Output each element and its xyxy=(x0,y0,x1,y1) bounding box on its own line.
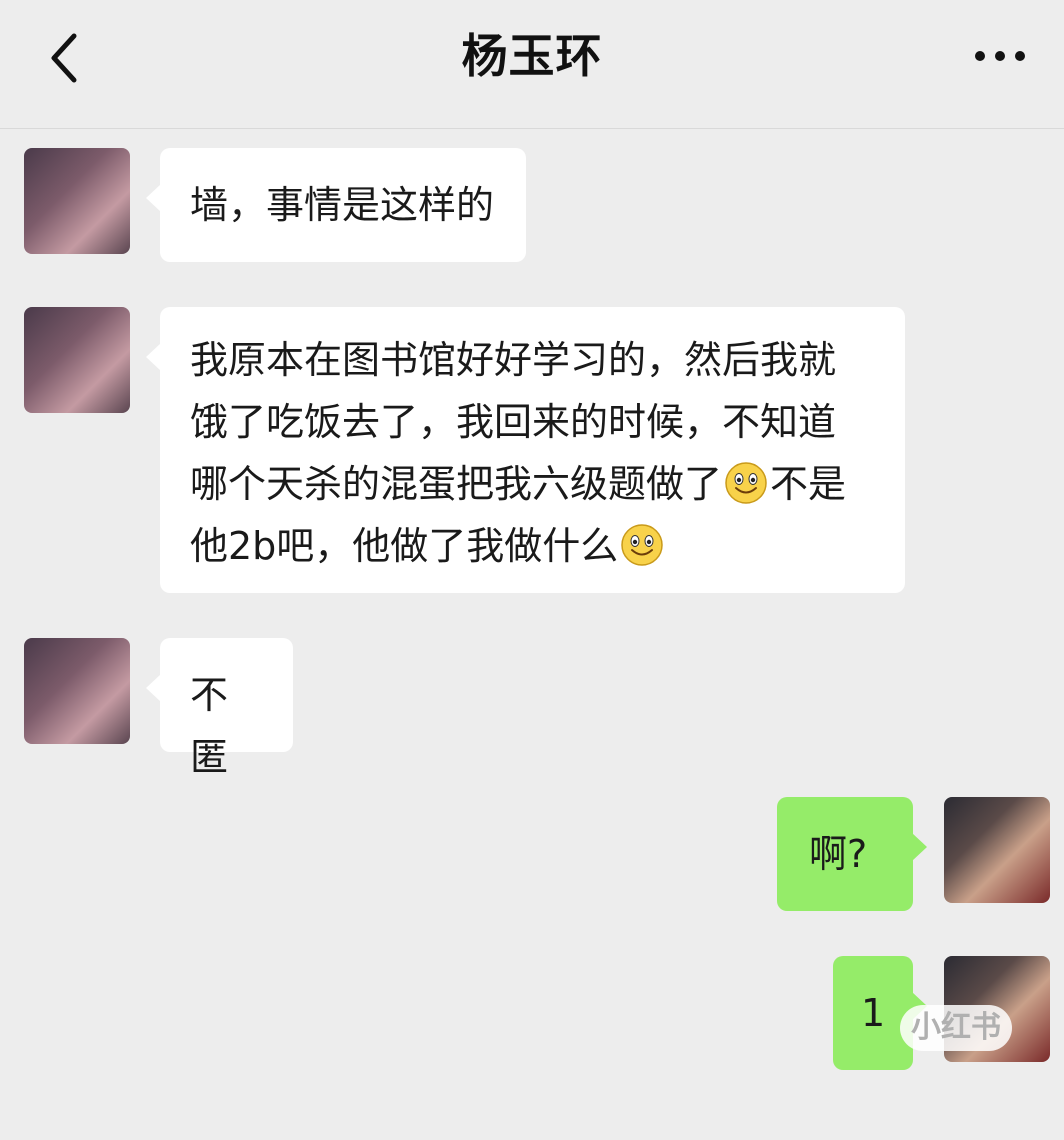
smile-emoji-icon xyxy=(621,524,664,566)
chat-header: 杨玉环 xyxy=(0,0,1064,129)
message-line-part: 他2b吧，他做了我做什么 xyxy=(190,524,619,568)
bubble-tail xyxy=(912,833,927,861)
more-dots-icon xyxy=(975,51,1025,61)
message-bubble[interactable]: 我原本在图书馆好好学习的，然后我就 饿了吃饭去了，我回来的时候，不知道 哪个天杀… xyxy=(146,307,905,593)
message-text: 墙，事情是这样的 xyxy=(190,183,495,227)
chat-title: 杨玉环 xyxy=(461,29,603,83)
message-bubble[interactable]: 1 xyxy=(833,956,927,1070)
message-bubble[interactable]: 不匿 xyxy=(146,638,293,779)
bubble-tail xyxy=(146,184,161,212)
watermark-logo: 小红书 xyxy=(900,1005,1012,1051)
contact-avatar[interactable] xyxy=(24,148,130,254)
bubble-tail xyxy=(146,674,161,702)
message-bubble[interactable]: 啊? xyxy=(777,797,927,911)
message-text: 1 xyxy=(861,991,886,1035)
bubble-tail xyxy=(146,343,161,371)
my-avatar[interactable] xyxy=(944,797,1050,903)
smile-emoji-icon xyxy=(725,462,767,504)
message-text: 啊? xyxy=(809,832,868,876)
contact-avatar[interactable] xyxy=(24,638,130,744)
message-line: 他2b吧，他做了我做什么 xyxy=(190,515,875,577)
message-bubble[interactable]: 墙，事情是这样的 xyxy=(146,148,526,262)
message-line: 哪个天杀的混蛋把我六级题做了 不是 xyxy=(190,453,875,515)
message-line-part: 哪个天杀的混蛋把我六级题做了 xyxy=(190,462,723,506)
more-options-button[interactable] xyxy=(972,38,1028,74)
message-line: 我原本在图书馆好好学习的，然后我就 xyxy=(190,338,837,382)
message-text: 不匿 xyxy=(190,673,229,779)
message-line-part: 不是 xyxy=(770,462,847,506)
message-line: 饿了吃饭去了，我回来的时候，不知道 xyxy=(190,400,837,444)
contact-avatar[interactable] xyxy=(24,307,130,413)
